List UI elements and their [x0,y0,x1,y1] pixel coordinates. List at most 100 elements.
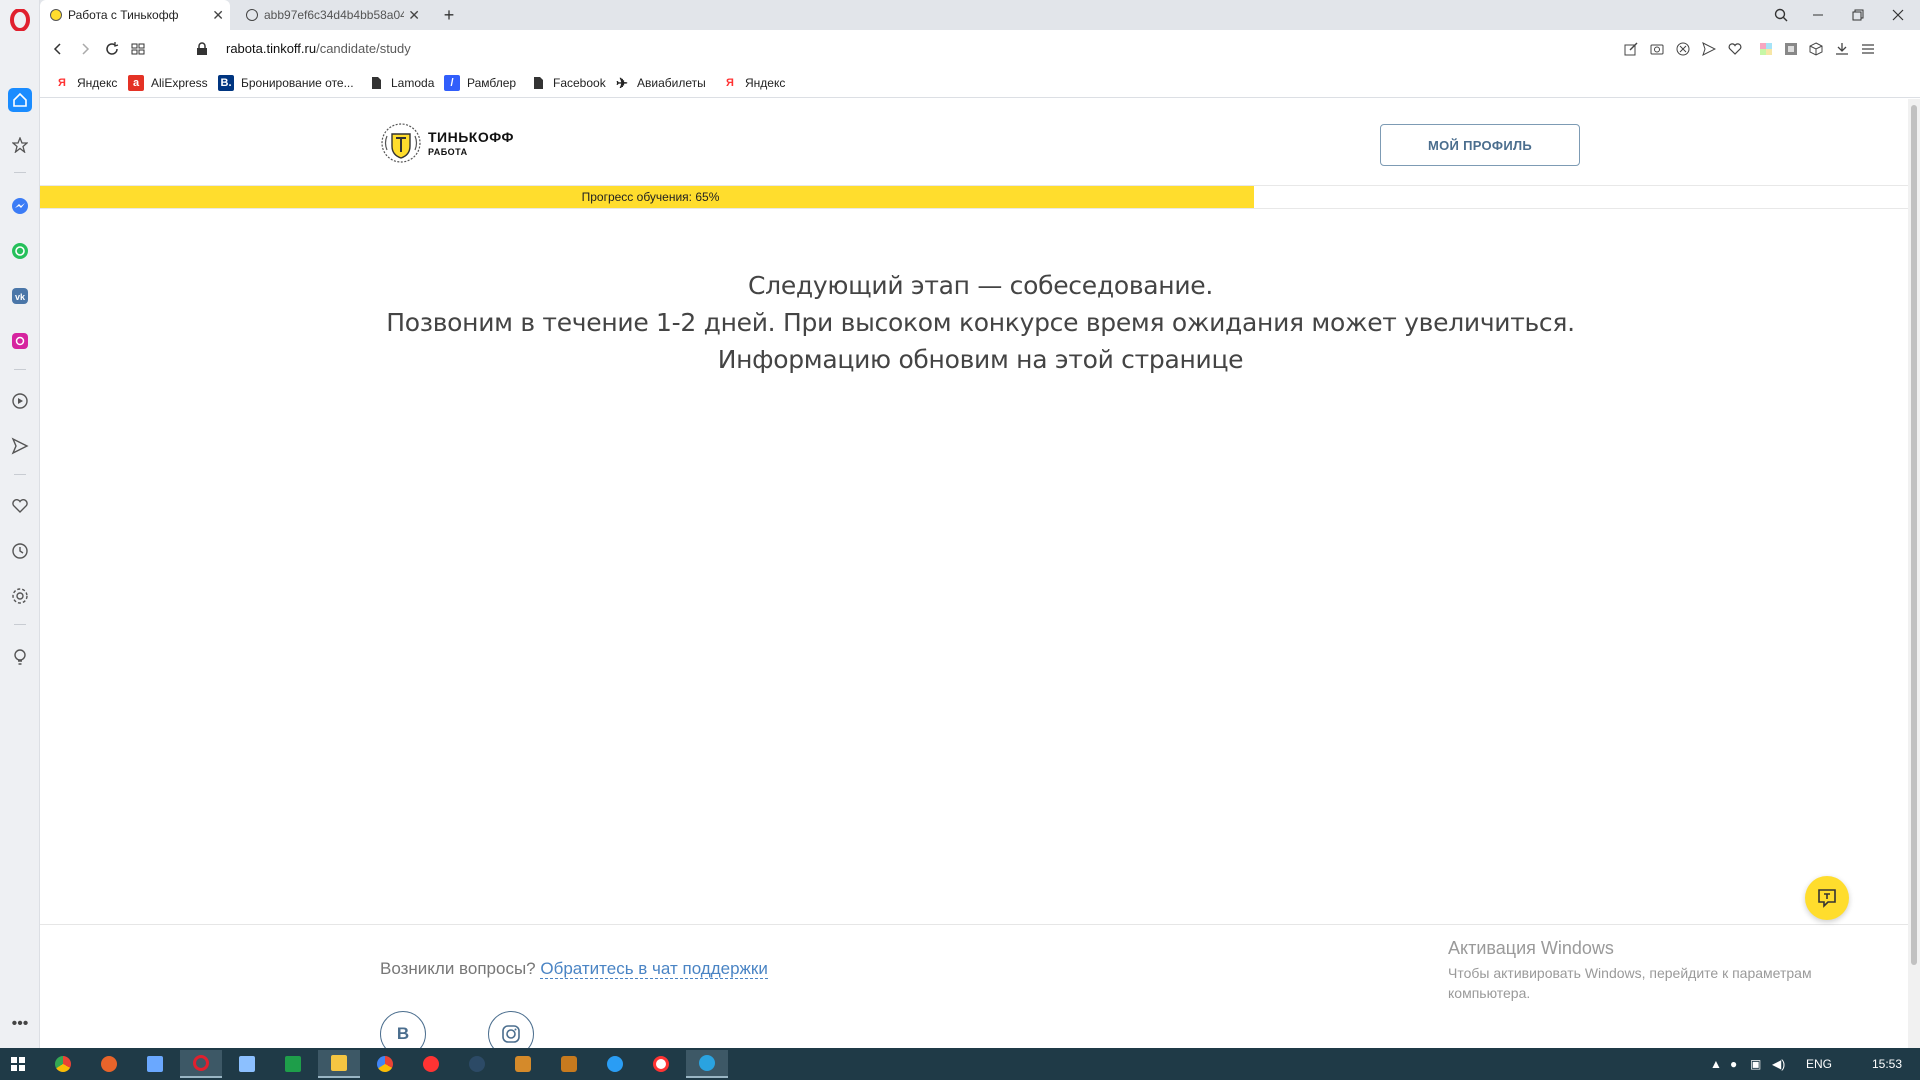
flow-icon[interactable] [8,434,32,458]
anchor-taskbar-icon[interactable] [456,1050,498,1078]
instagram-social-button[interactable] [488,1011,534,1048]
clock[interactable]: 15:53 [1872,1057,1902,1071]
progress-label: Прогресс обучения: 65% [581,190,720,204]
message-line: Следующий этап — собеседование. [748,271,1213,300]
settings-gear-icon[interactable] [8,584,32,608]
tab-close-icon[interactable]: ✕ [212,7,224,24]
lock-icon[interactable] [192,39,212,59]
tinkoff-logo[interactable]: ТИНЬКОФФ РАБОТА [380,122,514,164]
bookmark-heart-icon[interactable] [1726,40,1744,58]
new-tab-button[interactable]: + [438,4,460,26]
yandex-taskbar-icon[interactable] [410,1050,452,1078]
speed-dial-icon[interactable] [8,88,32,112]
minimize-icon[interactable] [1807,4,1829,26]
easy-setup-icon[interactable] [1859,40,1877,58]
instagram-icon[interactable] [8,329,32,353]
game-taskbar-icon[interactable] [88,1050,130,1078]
booking-icon: B. [218,75,234,91]
heart-icon[interactable] [8,494,32,518]
question-prefix: Возникли вопросы? [380,959,536,978]
steam-tray-icon[interactable]: ● [1730,1057,1737,1071]
reload-icon[interactable] [102,39,122,59]
yandex-browser-taskbar-icon[interactable] [640,1050,682,1078]
lightbulb-icon[interactable] [8,645,32,669]
bookmark-label: Lamoda [391,76,435,90]
shield-taskbar-icon[interactable] [502,1050,544,1078]
bookmark-yandex[interactable]: Я Яндекс [54,75,117,91]
news-icon[interactable] [8,133,32,157]
back-icon[interactable] [48,39,68,59]
address-bar: rabota.tinkoff.ru/candidate/study [40,30,1920,68]
tool-taskbar-icon[interactable] [134,1050,176,1078]
url-host: rabota.tinkoff.ru [226,41,317,56]
volume-tray-icon[interactable]: ◀) [1772,1057,1785,1071]
tinkoff-emblem-icon [381,123,421,163]
logo-brand-text: ТИНЬКОФФ [428,128,514,145]
tab-second[interactable]: abb97ef6c34d4b4bb58a04 ✕ [236,0,426,30]
windows-start-icon[interactable] [0,1050,36,1078]
adblock-icon[interactable] [1674,40,1692,58]
page-scrollbar[interactable] [1908,99,1920,1048]
site-header: ТИНЬКОФФ РАБОТА МОЙ ПРОФИЛЬ [40,99,1908,185]
opera-logo-icon[interactable] [8,8,32,32]
scrollbar-thumb[interactable] [1911,105,1917,965]
page-footer: Возникли вопросы? Обратитесь в чат подде… [40,924,1908,1048]
vk-icon[interactable]: vk [8,284,32,308]
cube-icon[interactable] [1807,40,1825,58]
bookmark-aviabilety[interactable]: ✈ Авиабилеты [614,75,706,91]
tabs-grid-icon[interactable] [128,39,148,59]
bookmark-yandex-2[interactable]: Я Яндекс [722,75,785,91]
bookmark-lamoda[interactable]: Lamoda [368,75,434,91]
blue-app-taskbar-icon[interactable] [594,1050,636,1078]
support-chat-button[interactable] [1805,876,1849,920]
activation-text: Чтобы активировать Windows, перейдите к … [1448,965,1812,1001]
search-tabs-icon[interactable] [1770,4,1792,26]
globe-favicon-icon [246,9,258,21]
tab-title: abb97ef6c34d4b4bb58a04 [264,8,404,22]
bookmark-label: Facebook [553,76,606,90]
messenger-icon[interactable] [8,194,32,218]
whatsapp-icon[interactable] [8,239,32,263]
bookmark-facebook[interactable]: Facebook [530,75,606,91]
tray-arrow-icon[interactable]: ▲ [1710,1057,1722,1071]
chat-bubble-icon [1818,889,1836,908]
download-icon[interactable] [1833,40,1851,58]
browser-taskbar-icon[interactable] [364,1050,406,1078]
opera-taskbar-icon[interactable] [180,1050,222,1078]
forward-icon[interactable] [75,39,95,59]
telegram-taskbar-icon[interactable] [686,1050,728,1078]
bookmarks-bar: Я Яндекс a AliExpress B. Бронирование оте..… [40,68,1920,98]
bookmark-rambler[interactable]: / Рамблер [444,75,516,91]
excel-taskbar-icon[interactable] [272,1050,314,1078]
edit-page-icon[interactable] [1622,40,1640,58]
bookmark-aliexpress[interactable]: a AliExpress [128,75,208,91]
player-icon[interactable] [8,389,32,413]
camera-icon[interactable] [1648,40,1666,58]
send-icon[interactable] [1700,40,1718,58]
close-window-icon[interactable] [1887,4,1909,26]
url-field[interactable]: rabota.tinkoff.ru/candidate/study [226,41,411,56]
restore-icon[interactable] [1847,4,1869,26]
support-question: Возникли вопросы? Обратитесь в чат подде… [380,959,768,979]
vk-social-button[interactable]: В [380,1011,426,1048]
tab-close-icon[interactable]: ✕ [408,7,420,24]
activation-title: Активация Windows [1448,938,1614,958]
language-indicator[interactable]: ENG [1806,1057,1832,1071]
extension-colorful-icon[interactable] [1757,40,1775,58]
study-progress-bar: Прогресс обучения: 65% [40,185,1908,209]
url-path: /candidate/study [316,41,411,56]
history-icon[interactable] [8,539,32,563]
tab-rabota[interactable]: Работа с Тинькофф ✕ [40,0,230,30]
bookmark-label: Яндекс [77,76,118,90]
extension-gray-icon[interactable] [1782,40,1800,58]
more-options-icon[interactable]: ••• [8,1012,32,1036]
chrome-taskbar-icon[interactable] [42,1050,84,1078]
support-chat-link[interactable]: Обратитесь в чат поддержки [540,959,768,979]
bookmark-booking[interactable]: B. Бронирование оте... [218,75,354,91]
network-tray-icon[interactable]: ▣ [1750,1057,1761,1071]
shield2-taskbar-icon[interactable] [548,1050,590,1078]
windows-taskbar: ▲ ● ▣ ◀) ENG 15:53 [0,1048,1920,1080]
tool2-taskbar-icon[interactable] [226,1050,268,1078]
my-profile-button[interactable]: МОЙ ПРОФИЛЬ [1380,124,1580,166]
explorer-taskbar-icon[interactable] [318,1050,360,1078]
